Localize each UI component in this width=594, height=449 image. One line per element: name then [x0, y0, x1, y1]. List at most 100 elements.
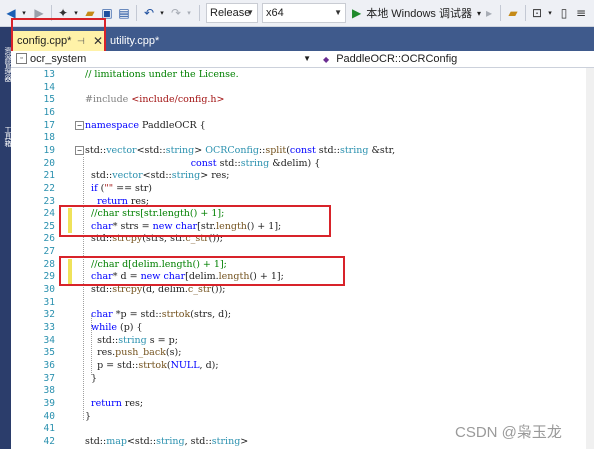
line-number: 14 [43, 81, 55, 93]
code-token: return [91, 397, 122, 409]
code-token: > res; [200, 170, 230, 182]
line-number: 29 [43, 271, 55, 283]
code-line[interactable]: std::map<std::string, std::string> [85, 436, 248, 449]
toolbox-tab[interactable]: 工具箱 [0, 117, 12, 155]
code-token: (s); [165, 347, 182, 359]
solution-explorer-tab[interactable]: 资源管理器 [0, 31, 12, 97]
highlight-box-d [59, 256, 345, 286]
line-number: 37 [43, 372, 55, 384]
code-token: split [265, 144, 287, 156]
code-line[interactable]: while (p) { [85, 322, 143, 335]
code-line[interactable]: } [85, 411, 91, 424]
undo-dropdown-icon[interactable]: ▾ [158, 4, 166, 22]
code-token: <include/config.h> [131, 94, 225, 106]
code-token: <std:: [136, 144, 166, 156]
scope-value: ocr_system [30, 53, 87, 65]
code-token: namespace [85, 119, 139, 131]
redo-icon[interactable]: ↷ [168, 4, 184, 22]
collapse-icon[interactable]: − [75, 146, 84, 155]
line-number: 25 [43, 220, 55, 232]
code-line[interactable]: std::vector<std::string> OCRConfig::spli… [85, 145, 395, 158]
line-number: 22 [43, 182, 55, 194]
line-number: 18 [43, 132, 55, 144]
line-number: 33 [43, 322, 55, 333]
start-debugging-label: 本地 Windows 调试器 [366, 8, 472, 20]
platform-value: x64 [266, 7, 284, 19]
code-token: while [91, 322, 117, 333]
code-token: string [156, 435, 185, 447]
redo-dropdown-icon[interactable]: ▾ [185, 4, 193, 22]
platform-select[interactable]: x64 ▼ [262, 3, 346, 23]
tool-icon[interactable]: ▯ [557, 4, 571, 22]
start-debugging-button[interactable]: ▶ 本地 Windows 调试器 ▾ [352, 4, 481, 22]
vertical-scrollbar[interactable] [586, 68, 594, 449]
line-number: 32 [43, 309, 55, 321]
line-number: 24 [43, 208, 55, 220]
configuration-select[interactable]: Release ▼ [206, 3, 258, 23]
line-number: 40 [43, 410, 55, 422]
code-line[interactable]: namespace PaddleOCR { [85, 120, 206, 133]
project-icon: ▫ [16, 53, 27, 64]
code-token: // limitations under the License. [85, 69, 239, 80]
code-token: push_back [115, 347, 166, 359]
chevron-down-icon: ▼ [303, 54, 311, 63]
member-value: PaddleOCR::OCRConfig [336, 53, 458, 65]
code-token: &delim) { [269, 157, 321, 169]
code-token: map [106, 435, 127, 447]
line-number: 17 [43, 119, 55, 131]
chevron-down-icon: ▼ [246, 8, 254, 17]
code-line[interactable]: // limitations under the License. [85, 69, 239, 82]
code-token: const [190, 157, 217, 169]
code-line[interactable]: res.push_back(s); [85, 347, 181, 360]
line-number: 20 [43, 157, 55, 169]
tab-utility-cpp[interactable]: utility.cpp* [106, 32, 165, 50]
line-number: 26 [43, 233, 55, 245]
toolbar-separator [199, 5, 200, 21]
indent-guide [91, 315, 92, 375]
line-number: 39 [43, 397, 55, 409]
code-token: (strs, d); [190, 309, 232, 321]
code-token: <std:: [142, 170, 172, 182]
code-token: vector [106, 144, 137, 156]
line-number: 19 [43, 144, 55, 156]
class-icon: ◆ [323, 55, 330, 64]
code-line[interactable]: std::string s = p; [85, 335, 178, 348]
tab-label: utility.cpp* [110, 35, 160, 47]
line-number: 27 [43, 246, 55, 258]
code-line[interactable]: std::vector<std::string> res; [85, 170, 229, 183]
line-number: 41 [43, 423, 55, 435]
code-token: p = std:: [85, 359, 139, 371]
code-line[interactable]: return res; [85, 398, 143, 411]
undo-icon[interactable]: ↶ [141, 4, 157, 22]
line-number: 42 [43, 435, 55, 447]
code-token: (p) { [117, 322, 143, 333]
screenshot-dropdown-icon[interactable]: ▾ [546, 4, 554, 22]
left-tool-strip: 资源管理器 工具箱 [0, 27, 12, 449]
code-line[interactable]: char *p = std::strtok(strs, d); [85, 309, 231, 322]
code-line[interactable]: #include <include/config.h> [85, 94, 225, 107]
code-line[interactable]: if ("" == str) [85, 183, 152, 196]
member-select[interactable]: ◆ PaddleOCR::OCRConfig [317, 51, 594, 67]
save-all-icon[interactable]: ▤ [116, 4, 132, 22]
code-token: string [171, 170, 201, 182]
code-token: vector [112, 170, 143, 182]
code-token: strtok [161, 309, 191, 321]
code-token: const [289, 144, 316, 156]
code-token: &str, [368, 144, 396, 156]
comment-icon[interactable]: ≡ [573, 4, 589, 22]
code-token: std:: [85, 144, 107, 156]
code-line[interactable]: const std::string &delim) { [85, 157, 321, 171]
bookmark-folder-icon[interactable]: ▰ [505, 4, 521, 22]
code-token: #include [85, 94, 132, 106]
line-number: 30 [43, 284, 55, 296]
code-token: *p = std:: [112, 309, 162, 321]
code-line[interactable]: p = std::strtok(NULL, d); [85, 359, 218, 373]
scope-select[interactable]: ▫ ocr_system ▼ [14, 51, 314, 67]
attach-icon[interactable]: ▸ [482, 4, 496, 22]
screenshot-icon[interactable]: ⊡ [529, 4, 545, 22]
watermark: CSDN @枭玉龙 [455, 424, 562, 441]
code-token: string [240, 157, 270, 169]
line-number: 16 [43, 106, 55, 118]
code-token: res; [121, 397, 144, 409]
collapse-icon[interactable]: − [75, 121, 84, 130]
